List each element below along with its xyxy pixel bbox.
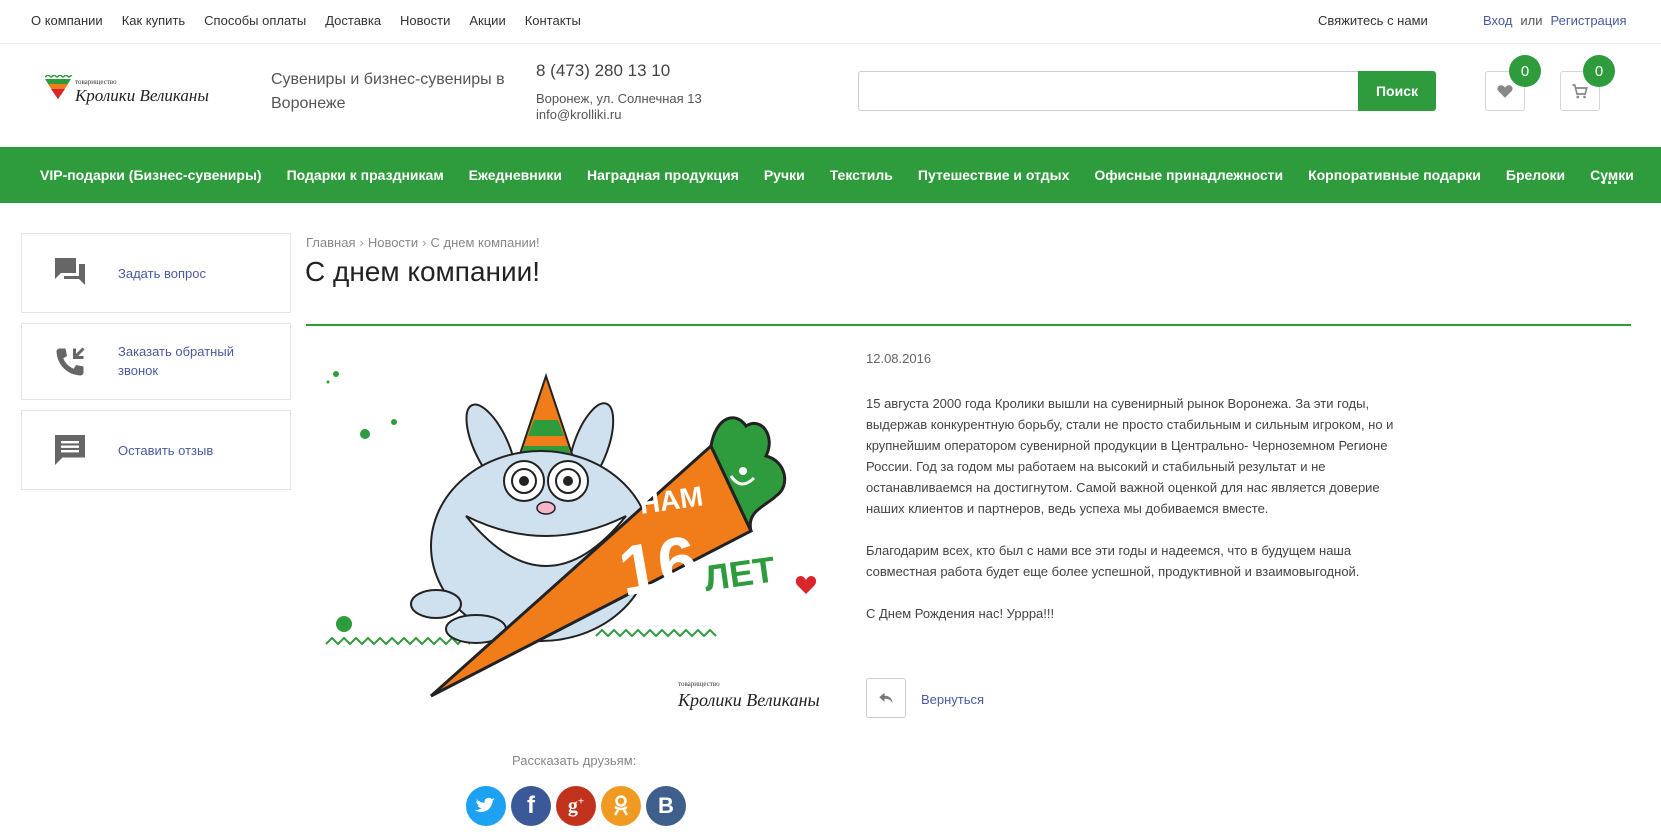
google-plus-icon: g+ <box>567 794 585 817</box>
favorites-count-badge: 0 <box>1509 55 1541 87</box>
cart-count-badge: 0 <box>1583 55 1615 87</box>
top-nav: О компании Как купить Способы оплаты Дос… <box>31 13 600 28</box>
catnav-item-diaries[interactable]: Ежедневники <box>469 167 562 183</box>
article-paragraph: С Днем Рождения нас! Уррра!!! <box>866 606 1055 621</box>
top-bar: О компании Как купить Способы оплаты Дос… <box>0 0 1661 44</box>
vkontakte-share-button[interactable]: В <box>646 786 686 826</box>
phone-callback-icon <box>56 347 85 376</box>
odnoklassniki-icon <box>613 795 629 816</box>
twitter-icon <box>475 797 495 812</box>
catnav-item-office[interactable]: Офисные принадлежности <box>1094 167 1283 183</box>
search-input[interactable] <box>858 71 1358 111</box>
news-illustration: НАМ 16 ЛЕТ товарищество Кролики Великаны <box>325 371 820 710</box>
article-paragraph: 15 августа 2000 года Кролики вышли на су… <box>866 396 1394 516</box>
breadcrumb-current: С днем компании! <box>430 235 540 250</box>
topnav-link-promo[interactable]: Акции <box>469 13 505 28</box>
catnav-item-holiday-gifts[interactable]: Подарки к праздникам <box>287 167 444 183</box>
back-button[interactable] <box>866 678 906 718</box>
register-link[interactable]: Регистрация <box>1551 13 1627 28</box>
odnoklassniki-share-button[interactable] <box>601 786 641 826</box>
site-logo[interactable]: товарищество Кролики Великаны <box>44 74 235 107</box>
share-label: Рассказать друзьям: <box>512 753 637 768</box>
catnav-more-button[interactable]: ... <box>1601 169 1619 187</box>
header-email[interactable]: info@krolliki.ru <box>536 107 702 123</box>
topnav-link-about[interactable]: О компании <box>31 13 103 28</box>
catnav-item-corporate[interactable]: Корпоративные подарки <box>1308 167 1481 183</box>
logo-main-text: Кролики Великаны <box>74 86 209 105</box>
header-address-block: Воронеж, ул. Солнечная 13 info@krolliki.… <box>536 91 702 123</box>
auth-or-text: или <box>1520 13 1543 28</box>
catnav-item-awards[interactable]: Наградная продукция <box>587 167 739 183</box>
heart-icon <box>1497 85 1513 98</box>
breadcrumb-chevron-icon: › <box>359 235 364 250</box>
logo-graphic: товарищество Кролики Великаны <box>44 74 209 105</box>
topnav-link-delivery[interactable]: Доставка <box>325 13 381 28</box>
sidebar-leave-review[interactable]: Оставить отзыв <box>21 410 291 490</box>
sidebar-label-review: Оставить отзыв <box>118 443 214 458</box>
topnav-link-news[interactable]: Новости <box>400 13 450 28</box>
topnav-link-payment[interactable]: Способы оплаты <box>204 13 306 28</box>
cart-icon <box>1572 84 1588 99</box>
header-address: Воронеж, ул. Солнечная 13 <box>536 91 702 106</box>
topnav-link-how-to-buy[interactable]: Как купить <box>122 13 185 28</box>
site-slogan: Сувениры и бизнес-сувениры в Воронеже <box>271 71 505 112</box>
google-plus-share-button[interactable]: g+ <box>556 786 596 826</box>
news-date: 12.08.2016 <box>866 351 932 366</box>
vkontakte-icon: В <box>658 793 674 818</box>
page-title: С днем компании! <box>305 256 541 287</box>
picture-number-text: 16 <box>613 520 703 610</box>
chat-icon <box>55 258 85 285</box>
contact-us-link[interactable]: Свяжитесь с нами <box>1318 13 1428 28</box>
sidebar-callback[interactable]: Заказать обратный звонок <box>21 323 291 400</box>
picture-let-text: ЛЕТ <box>701 548 777 599</box>
category-nav-items: VIP-подарки (Бизнес-сувениры) Подарки к … <box>40 147 1659 203</box>
reply-icon <box>879 692 893 704</box>
back-link[interactable]: Вернуться <box>921 692 984 707</box>
article-paragraph: Благодарим всех, кто был с нами все эти … <box>866 543 1360 579</box>
header-phone[interactable]: 8 (473) 280 13 10 <box>536 61 670 81</box>
picture-logo-main-text: Кролики Великаны <box>677 690 820 710</box>
picture-logo-top-text: товарищество <box>678 680 720 688</box>
twitter-share-button[interactable] <box>466 786 506 826</box>
catnav-item-travel[interactable]: Путешествие и отдых <box>918 167 1069 183</box>
facebook-icon: f <box>527 792 535 819</box>
breadcrumb-home[interactable]: Главная <box>306 235 355 250</box>
catnav-item-pens[interactable]: Ручки <box>764 167 805 183</box>
feedback-icon <box>55 435 85 465</box>
topnav-link-contacts[interactable]: Контакты <box>525 13 581 28</box>
sidebar-ask-question[interactable]: Задать вопрос <box>21 233 291 313</box>
catnav-item-keychains[interactable]: Брелоки <box>1506 167 1565 183</box>
facebook-share-button[interactable]: f <box>511 786 551 826</box>
auth-links: Вход или Регистрация <box>1483 13 1627 28</box>
logo-top-text: товарищество <box>75 78 117 86</box>
news-article: 15 августа 2000 года Кролики вышли на су… <box>866 393 1406 645</box>
search-button[interactable]: Поиск <box>1358 71 1436 111</box>
catnav-item-vip[interactable]: VIP-подарки (Бизнес-сувениры) <box>40 167 262 183</box>
sidebar-label-callback: Заказать обратный звонок <box>118 344 234 378</box>
breadcrumb: Главная › Новости › С днем компании! <box>306 235 540 250</box>
category-nav: VIP-подарки (Бизнес-сувениры) Подарки к … <box>0 147 1661 203</box>
sidebar-label-ask: Задать вопрос <box>118 266 206 281</box>
breadcrumb-news[interactable]: Новости <box>368 235 418 250</box>
catnav-item-textile[interactable]: Текстиль <box>830 167 893 183</box>
login-link[interactable]: Вход <box>1483 13 1512 28</box>
title-divider <box>306 324 1631 326</box>
breadcrumb-chevron-icon: › <box>422 235 427 250</box>
